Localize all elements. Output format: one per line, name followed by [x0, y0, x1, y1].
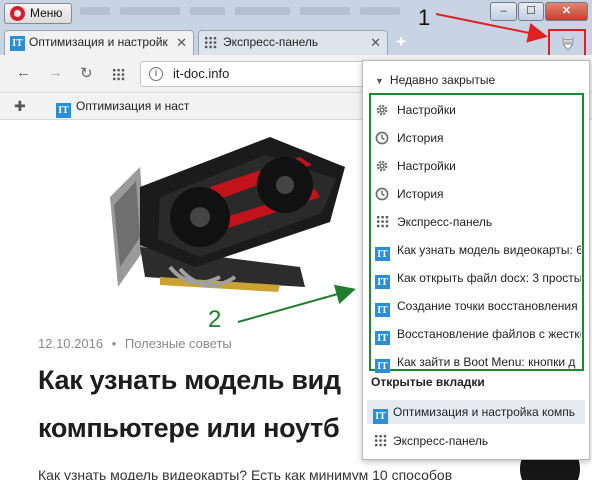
- it-doc-favicon: IT: [375, 242, 391, 261]
- back-icon[interactable]: ←: [16, 64, 31, 81]
- opera-logo-icon: [10, 6, 25, 21]
- tab-close-icon[interactable]: ✕: [370, 31, 381, 54]
- open-tab-item[interactable]: IT Оптимизация и настройка компь: [367, 400, 585, 424]
- recently-closed-item[interactable]: IT Восстановление файлов с жестко: [375, 323, 581, 345]
- opera-menu-button[interactable]: Меню: [4, 3, 72, 24]
- it-doc-favicon: IT: [375, 354, 391, 373]
- recently-closed-label: Создание точки восстановления: [397, 299, 578, 313]
- recently-closed-label: История: [397, 187, 444, 201]
- annotation-number-2: 2: [208, 306, 222, 333]
- it-doc-favicon: IT: [375, 270, 391, 289]
- recently-closed-item[interactable]: IT Как открыть файл docx: 3 просты: [375, 267, 581, 289]
- speed-dial-icon: [373, 432, 389, 448]
- maximize-button[interactable]: ☐: [518, 2, 544, 21]
- address-bar[interactable]: i it-doc.info: [140, 61, 370, 87]
- recently-closed-label: История: [397, 131, 444, 145]
- close-window-button[interactable]: ✕: [545, 2, 588, 21]
- speed-dial-icon: [204, 36, 217, 49]
- recently-closed-label: Как открыть файл docx: 3 просты: [397, 271, 581, 285]
- blurred-menu-text: [360, 7, 400, 15]
- recently-closed-item[interactable]: История: [375, 183, 581, 205]
- recently-closed-list: Настройки История Настройки История Экспресс…: [369, 93, 584, 373]
- open-tabs-header: Открытые вкладки: [371, 375, 485, 389]
- recently-closed-item[interactable]: История: [375, 127, 581, 149]
- speed-dial-icon: [375, 214, 391, 230]
- new-tab-button[interactable]: +: [396, 32, 406, 52]
- it-doc-favicon-icon: IT: [373, 403, 389, 424]
- blurred-menu-text: [235, 7, 290, 15]
- reload-icon[interactable]: ↻: [80, 64, 93, 82]
- article-category[interactable]: Полезные советы: [125, 336, 232, 351]
- tab-active[interactable]: IT Оптимизация и настройк ✕: [4, 30, 194, 55]
- tab-express-panel[interactable]: Экспресс-панель ✕: [198, 30, 388, 55]
- blurred-menu-text: [120, 7, 180, 15]
- forward-icon[interactable]: →: [48, 64, 63, 81]
- collapse-triangle-icon: ▼: [375, 76, 384, 86]
- clock-icon: [375, 130, 391, 146]
- recently-closed-label: Настройки: [397, 159, 456, 173]
- tab-label: Оптимизация и настройк: [29, 35, 168, 49]
- graphics-card-image: [110, 137, 345, 292]
- recently-closed-item[interactable]: Настройки: [375, 155, 581, 177]
- bookmark-item[interactable]: IT Оптимизация и наст: [56, 99, 189, 118]
- recently-closed-label: Недавно закрытые: [389, 73, 496, 87]
- it-doc-favicon-icon: IT: [56, 103, 71, 118]
- tab-label: Экспресс-панель: [223, 35, 319, 49]
- tab-close-icon[interactable]: ✕: [176, 31, 187, 54]
- open-tab-label: Оптимизация и настройка компь: [393, 405, 576, 419]
- it-doc-favicon-icon: IT: [10, 36, 25, 51]
- speed-dial-icon[interactable]: [112, 68, 125, 81]
- recently-closed-header[interactable]: ▼ Недавно закрытые: [371, 69, 583, 91]
- article-title-line-1: Как узнать модель вид: [38, 365, 341, 395]
- recently-closed-item[interactable]: Настройки: [375, 99, 581, 121]
- blurred-menu-text: [80, 7, 110, 15]
- recently-closed-item[interactable]: IT Как узнать модель видеокарты: 6: [375, 239, 581, 261]
- annotation-number-1: 1: [418, 5, 431, 30]
- recently-closed-label: Настройки: [397, 103, 456, 117]
- it-doc-favicon: IT: [375, 326, 391, 345]
- recently-closed-item[interactable]: IT Как зайти в Boot Menu: кнопки д: [375, 351, 581, 373]
- recently-closed-item[interactable]: Экспресс-панель: [375, 211, 581, 233]
- address-url: it-doc.info: [173, 66, 230, 81]
- add-bookmark-icon[interactable]: ✚: [14, 98, 26, 115]
- tab-menu-panel: ▼ Недавно закрытые Настройки История Настро…: [362, 60, 590, 460]
- it-doc-favicon: IT: [375, 298, 391, 317]
- clock-icon: [375, 186, 391, 202]
- minimize-button[interactable]: –: [490, 2, 517, 21]
- article-excerpt: Как узнать модель видеокарты? Есть как м…: [38, 467, 453, 480]
- gear-icon: [375, 102, 391, 118]
- gear-icon: [375, 158, 391, 174]
- recently-closed-label: Экспресс-панель: [397, 215, 493, 229]
- article-date: 12.10.2016: [38, 336, 104, 351]
- site-info-icon[interactable]: i: [149, 67, 163, 81]
- tab-strip: IT Оптимизация и настройк ✕ Экспресс-пан…: [0, 28, 592, 55]
- recently-closed-item[interactable]: IT Создание точки восстановления: [375, 295, 581, 317]
- blurred-menu-text: [300, 7, 350, 15]
- open-tab-label: Экспресс-панель: [393, 434, 489, 448]
- recently-closed-label: Как узнать модель видеокарты: 6: [397, 243, 581, 257]
- recently-closed-label: Как зайти в Boot Menu: кнопки д: [397, 355, 576, 369]
- tab-menu-icon: [562, 37, 574, 51]
- bookmark-label: Оптимизация и наст: [76, 99, 190, 113]
- open-tab-item[interactable]: Экспресс-панель: [367, 429, 585, 453]
- title-bar: Меню – ☐ ✕: [0, 0, 592, 28]
- recently-closed-label: Восстановление файлов с жестко: [397, 327, 581, 341]
- blurred-menu-text: [190, 7, 225, 15]
- menu-label: Меню: [30, 6, 63, 20]
- article-title-line-2: компьютере или ноутб: [38, 413, 340, 443]
- meta-separator: •: [111, 336, 117, 351]
- article-meta: 12.10.2016 • Полезные советы: [38, 336, 232, 351]
